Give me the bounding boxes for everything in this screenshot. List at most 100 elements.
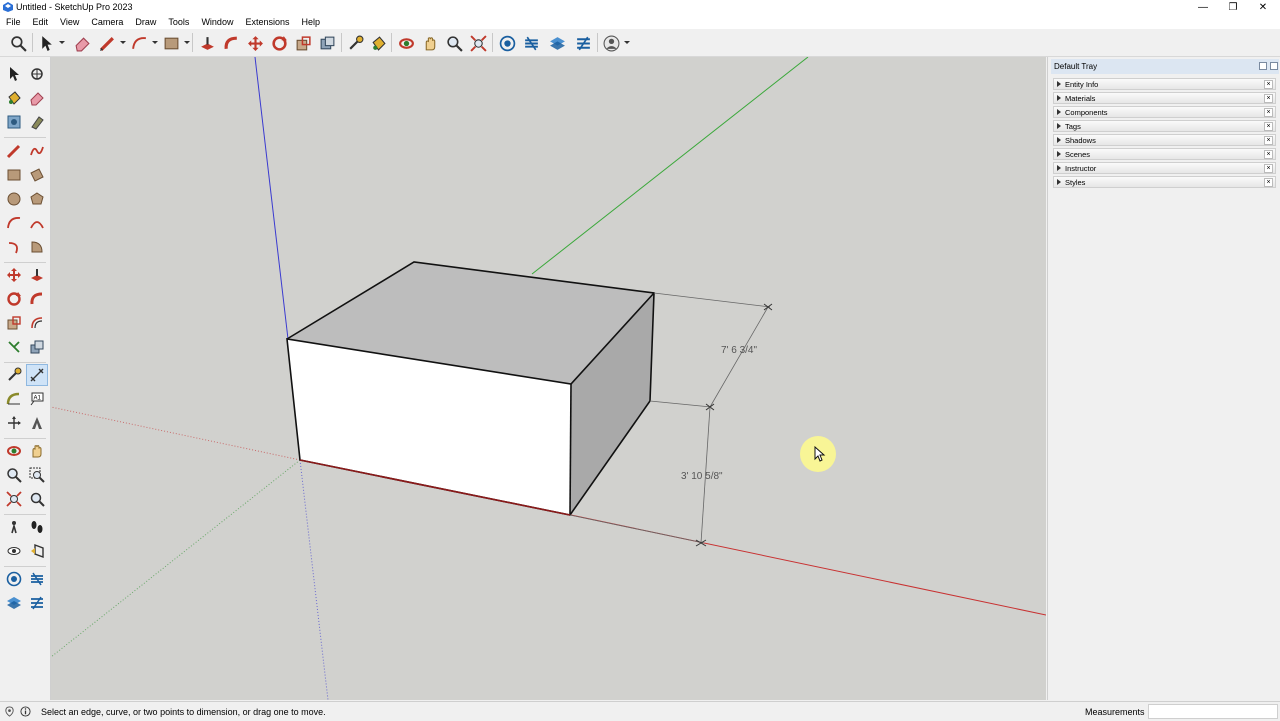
orbit-icon[interactable] (3, 440, 25, 462)
tray-pin-icon[interactable] (1259, 62, 1267, 70)
axes-icon[interactable] (3, 412, 25, 434)
layout-icon[interactable] (3, 592, 25, 614)
menu-help[interactable]: Help (295, 15, 326, 29)
outer-shell-icon[interactable] (26, 336, 48, 358)
select-icon[interactable] (35, 32, 57, 54)
scale-icon[interactable] (3, 312, 25, 334)
paint-bucket-icon[interactable] (367, 32, 389, 54)
zoom-icon[interactable] (443, 32, 465, 54)
panel-styles[interactable]: Styles × (1053, 176, 1276, 188)
extension-warehouse-icon[interactable] (26, 568, 48, 590)
offset-icon[interactable] (26, 312, 48, 334)
push-pull-icon[interactable] (196, 32, 218, 54)
menu-extensions[interactable]: Extensions (239, 15, 295, 29)
menu-camera[interactable]: Camera (85, 15, 129, 29)
tape-measure-icon[interactable] (3, 364, 25, 386)
eraser-icon[interactable] (71, 32, 93, 54)
panel-close-icon[interactable]: × (1264, 178, 1273, 187)
panel-shadows[interactable]: Shadows × (1053, 134, 1276, 146)
push-pull-icon[interactable] (26, 264, 48, 286)
line-icon[interactable] (3, 140, 25, 162)
follow-me-icon[interactable] (26, 288, 48, 310)
orbit-icon[interactable] (395, 32, 417, 54)
menu-edit[interactable]: Edit (27, 15, 55, 29)
two-point-arc-icon[interactable] (26, 212, 48, 234)
select-icon[interactable] (3, 63, 25, 85)
zoom-extents-icon[interactable] (467, 32, 489, 54)
menu-tools[interactable]: Tools (162, 15, 195, 29)
rotate-icon[interactable] (268, 32, 290, 54)
panel-close-icon[interactable]: × (1264, 150, 1273, 159)
pie-icon[interactable] (26, 236, 48, 258)
modeling-viewport[interactable]: 7' 6 3/4" 3' 10 5/8" (51, 57, 1046, 700)
panel-close-icon[interactable]: × (1264, 164, 1273, 173)
follow-me-icon[interactable] (220, 32, 242, 54)
style-builder-icon[interactable] (26, 592, 48, 614)
menu-window[interactable]: Window (195, 15, 239, 29)
layout-icon[interactable] (546, 32, 568, 54)
panel-instructor[interactable]: Instructor × (1053, 162, 1276, 174)
geo-location-icon[interactable] (4, 706, 15, 717)
dimension-icon[interactable] (26, 364, 48, 386)
panel-close-icon[interactable]: × (1264, 136, 1273, 145)
tag-tool-icon[interactable] (3, 111, 25, 133)
eraser-icon[interactable] (26, 87, 48, 109)
panel-tags[interactable]: Tags × (1053, 120, 1276, 132)
zoom-icon[interactable] (3, 464, 25, 486)
zoom-window-icon[interactable] (26, 464, 48, 486)
intersect-icon[interactable] (3, 336, 25, 358)
move-icon[interactable] (3, 264, 25, 286)
circle-icon[interactable] (3, 188, 25, 210)
tray-close-icon[interactable] (1270, 62, 1278, 70)
arc-icon[interactable] (3, 212, 25, 234)
zoom-extents-icon[interactable] (3, 488, 25, 510)
move-icon[interactable] (244, 32, 266, 54)
menu-view[interactable]: View (54, 15, 85, 29)
pencil-icon[interactable] (96, 32, 118, 54)
position-camera-icon[interactable] (3, 516, 25, 538)
warehouse-icon[interactable] (496, 32, 518, 54)
polygon-icon[interactable] (26, 188, 48, 210)
make-component-icon[interactable] (26, 63, 48, 85)
restore-button[interactable]: ❐ (1218, 0, 1248, 15)
section-plane-icon[interactable] (26, 540, 48, 562)
look-around-icon[interactable] (3, 540, 25, 562)
pan-icon[interactable] (419, 32, 441, 54)
freehand-icon[interactable] (26, 140, 48, 162)
dimension-label-depth[interactable]: 7' 6 3/4" (721, 345, 757, 356)
panel-close-icon[interactable]: × (1264, 94, 1273, 103)
measurements-input[interactable] (1148, 704, 1278, 719)
extension-warehouse-icon[interactable] (520, 32, 542, 54)
3d-text-icon[interactable] (26, 412, 48, 434)
menu-draw[interactable]: Draw (129, 15, 162, 29)
warehouse-icon[interactable] (3, 568, 25, 590)
panel-close-icon[interactable]: × (1264, 80, 1273, 89)
text-icon[interactable]: A1 (26, 388, 48, 410)
pan-icon[interactable] (26, 440, 48, 462)
scale-icon[interactable] (292, 32, 314, 54)
walk-icon[interactable] (26, 516, 48, 538)
previous-view-icon[interactable] (26, 488, 48, 510)
offset-icon[interactable] (316, 32, 338, 54)
protractor-icon[interactable] (3, 388, 25, 410)
menu-file[interactable]: File (0, 15, 27, 29)
minimize-button[interactable]: — (1188, 0, 1218, 15)
three-point-arc-icon[interactable] (3, 236, 25, 258)
panel-close-icon[interactable]: × (1264, 108, 1273, 117)
tape-measure-icon[interactable] (344, 32, 366, 54)
info-icon[interactable] (20, 706, 31, 717)
rectangle-icon[interactable] (160, 32, 182, 54)
sample-paint-icon[interactable] (26, 111, 48, 133)
rectangle-icon[interactable] (3, 164, 25, 186)
panel-close-icon[interactable]: × (1264, 122, 1273, 131)
panel-entity-info[interactable]: Entity Info × (1053, 78, 1276, 90)
arc-icon[interactable] (128, 32, 150, 54)
panel-scenes[interactable]: Scenes × (1053, 148, 1276, 160)
panel-components[interactable]: Components × (1053, 106, 1276, 118)
paint-bucket-icon[interactable] (3, 87, 25, 109)
rotated-rectangle-icon[interactable] (26, 164, 48, 186)
search-tool-icon[interactable] (7, 32, 29, 54)
style-builder-icon[interactable] (572, 32, 594, 54)
rotate-icon[interactable] (3, 288, 25, 310)
dimension-label-height[interactable]: 3' 10 5/8" (681, 471, 723, 482)
